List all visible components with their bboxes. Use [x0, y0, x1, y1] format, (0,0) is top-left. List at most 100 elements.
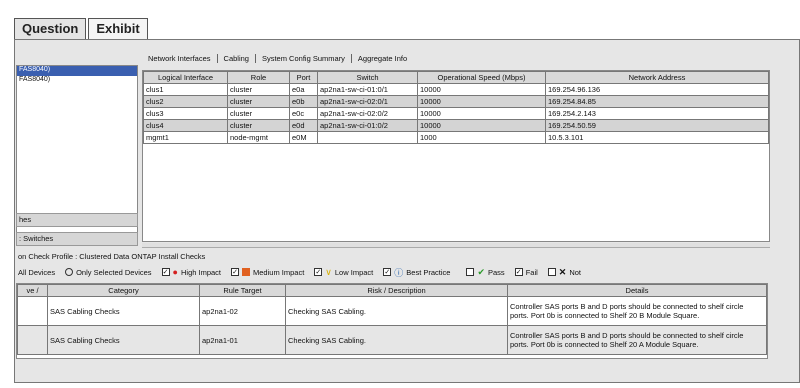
- filter-high-impact-label: High Impact: [180, 267, 222, 277]
- filter-pass[interactable]: ✔ Pass: [466, 266, 505, 278]
- cell-ve: [17, 325, 48, 355]
- col-header-network-address[interactable]: Network Address: [545, 71, 769, 84]
- col-header-details[interactable]: Details: [507, 284, 767, 297]
- nav-button-switches[interactable]: : Switches: [16, 232, 138, 246]
- checkbox-checked-icon[interactable]: ✓: [514, 268, 523, 276]
- cell-speed: 10000: [417, 107, 546, 120]
- checkbox-checked-icon[interactable]: ✓: [314, 268, 323, 276]
- col-header-port[interactable]: Port: [289, 71, 318, 84]
- cell-speed: 1000: [417, 131, 546, 144]
- col-header-rule-target[interactable]: Rule Target: [199, 284, 286, 297]
- filter-all-devices-label: All Devices: [18, 267, 56, 277]
- close-icon: ✕: [558, 266, 567, 277]
- filter-not[interactable]: ✕ Not: [547, 266, 581, 278]
- table-row[interactable]: mgmt1 node-mgmt e0M 1000 10.5.3.101: [143, 131, 769, 144]
- table-row[interactable]: clus2 cluster e0b ap2na1-sw-ci-02:0/1 10…: [143, 95, 769, 108]
- cell-speed: 10000: [417, 83, 546, 96]
- cell-role: cluster: [227, 107, 290, 120]
- filter-only-selected[interactable]: Only Selected Devices: [65, 267, 152, 277]
- low-impact-icon: ∨: [325, 266, 332, 277]
- cell-switch: ap2na1-sw-ci-01:0/2: [317, 119, 418, 132]
- table-row[interactable]: clus3 cluster e0c ap2na1-sw-ci-02:0/2 10…: [143, 107, 769, 120]
- tab-system-config-summary[interactable]: System Config Summary: [256, 54, 352, 63]
- cell-network-address: 169.254.50.59: [545, 119, 769, 132]
- cell-details: Controller SAS ports B and D ports shoul…: [507, 325, 767, 355]
- filter-low-impact[interactable]: ✓ ∨ Low Impact: [314, 267, 373, 278]
- tab-question[interactable]: Question: [14, 18, 87, 40]
- tab-network-interfaces[interactable]: Network Interfaces: [142, 54, 218, 63]
- checkbox-checked-icon[interactable]: ✓: [231, 268, 240, 276]
- medium-impact-icon: [242, 268, 251, 276]
- filter-medium-impact-label: Medium Impact: [253, 267, 305, 277]
- splitter-handle[interactable]: [142, 243, 770, 248]
- table-row[interactable]: clus1 cluster e0a ap2na1-sw-ci-01:0/1 10…: [143, 83, 769, 96]
- tree-item-fas8040-2[interactable]: FAS8040): [17, 76, 137, 86]
- cell-switch: [317, 131, 418, 144]
- cell-role: cluster: [227, 95, 290, 108]
- cell-logical-interface: clus4: [143, 119, 228, 132]
- cell-port: e0M: [289, 131, 318, 144]
- cell-role: cluster: [227, 119, 290, 132]
- col-header-logical-interface[interactable]: Logical Interface: [143, 71, 228, 84]
- filter-fail-label: Fail: [525, 267, 538, 277]
- cell-speed: 10000: [417, 95, 546, 108]
- cell-rule-target: ap2na1-02: [199, 296, 286, 326]
- tree-item-fas8040-1[interactable]: FAS8040): [17, 66, 137, 76]
- check-profile-label: on Check Profile : Clustered Data ONTAP …: [18, 252, 206, 261]
- cell-port: e0a: [289, 83, 318, 96]
- cell-network-address: 169.254.96.136: [545, 83, 769, 96]
- cell-role: node-mgmt: [227, 131, 290, 144]
- col-header-risk-description[interactable]: Risk / Description: [285, 284, 508, 297]
- cell-port: e0d: [289, 119, 318, 132]
- cell-role: cluster: [227, 83, 290, 96]
- checkbox-unchecked-icon[interactable]: [466, 268, 475, 276]
- pass-icon: ✔: [477, 266, 485, 277]
- inner-tab-bar: Network Interfaces Cabling System Config…: [142, 50, 413, 67]
- checkbox-checked-icon[interactable]: ✓: [161, 268, 170, 276]
- cell-port: e0b: [289, 95, 318, 108]
- cell-network-address: 169.254.2.143: [545, 107, 769, 120]
- col-header-switch[interactable]: Switch: [317, 71, 418, 84]
- cell-logical-interface: clus1: [143, 83, 228, 96]
- filter-best-practice[interactable]: ✓ ⓘ Best Practice: [383, 266, 450, 279]
- filter-fail[interactable]: ✓ Fail: [514, 267, 538, 277]
- cell-switch: ap2na1-sw-ci-01:0/1: [317, 83, 418, 96]
- col-header-operational-speed[interactable]: Operational Speed (Mbps): [417, 71, 546, 84]
- filter-low-impact-label: Low Impact: [334, 267, 374, 277]
- tab-cabling[interactable]: Cabling: [218, 54, 256, 63]
- outer-tab-bar: Question Exhibit: [14, 18, 150, 40]
- radio-icon[interactable]: [65, 268, 74, 276]
- cell-logical-interface: mgmt1: [143, 131, 228, 144]
- filter-bar: All Devices Only Selected Devices ✓ ● High…: [18, 265, 788, 279]
- filter-high-impact[interactable]: ✓ ● High Impact: [161, 267, 222, 277]
- col-header-role[interactable]: Role: [227, 71, 290, 84]
- nav-button-hes[interactable]: hes: [16, 213, 138, 227]
- cell-switch: ap2na1-sw-ci-02:0/2: [317, 107, 418, 120]
- best-practice-icon: ⓘ: [394, 267, 404, 278]
- cell-category: SAS Cabling Checks: [47, 325, 200, 355]
- checkbox-unchecked-icon[interactable]: [547, 268, 556, 276]
- cell-details: Controller SAS ports B and D ports shoul…: [507, 296, 767, 326]
- filter-medium-impact[interactable]: ✓ Medium Impact: [231, 268, 304, 277]
- cell-risk-description: Checking SAS Cabling.: [285, 296, 508, 326]
- tab-exhibit[interactable]: Exhibit: [88, 18, 148, 40]
- cell-network-address: 10.5.3.101: [545, 131, 769, 144]
- cell-switch: ap2na1-sw-ci-02:0/1: [317, 95, 418, 108]
- cell-category: SAS Cabling Checks: [47, 296, 200, 326]
- filter-only-selected-label: Only Selected Devices: [76, 267, 152, 277]
- cell-logical-interface: clus3: [143, 107, 228, 120]
- table-row[interactable]: SAS Cabling Checks ap2na1-02 Checking SA…: [17, 296, 767, 326]
- filter-pass-label: Pass: [488, 267, 505, 277]
- checkbox-checked-icon[interactable]: ✓: [383, 268, 392, 276]
- table-row[interactable]: SAS Cabling Checks ap2na1-01 Checking SA…: [17, 325, 767, 355]
- cell-logical-interface: clus2: [143, 95, 228, 108]
- col-header-ve[interactable]: ve /: [17, 284, 48, 297]
- filter-best-practice-label: Best Practice: [406, 267, 451, 277]
- col-header-category[interactable]: Category: [47, 284, 200, 297]
- filter-not-label: Not: [569, 267, 581, 277]
- cell-speed: 10000: [417, 119, 546, 132]
- filter-all-devices[interactable]: All Devices: [18, 268, 55, 277]
- cell-ve: [17, 296, 48, 326]
- table-row[interactable]: clus4 cluster e0d ap2na1-sw-ci-01:0/2 10…: [143, 119, 769, 132]
- tab-aggregate-info[interactable]: Aggregate Info: [352, 54, 413, 63]
